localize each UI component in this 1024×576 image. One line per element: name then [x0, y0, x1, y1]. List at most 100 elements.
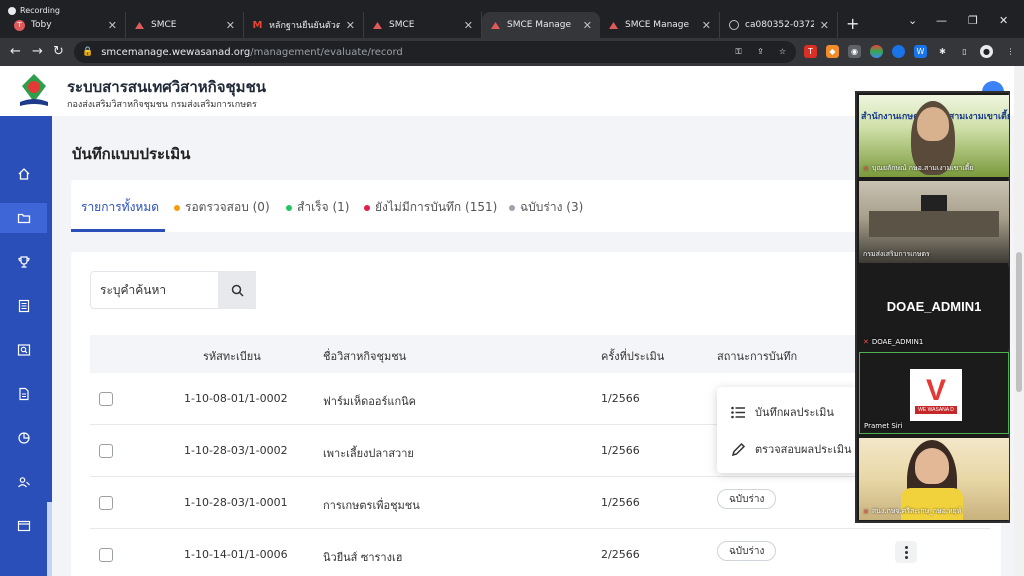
extensions-puzzle-icon[interactable]: ✱ — [936, 45, 949, 58]
close-icon[interactable]: ✕ — [464, 19, 473, 32]
row-actions-icon[interactable] — [895, 541, 917, 563]
new-tab-button[interactable]: + — [846, 14, 859, 33]
sidebar-item-window[interactable] — [0, 511, 47, 541]
browser-tab-smce[interactable]: SMCE ✕ — [126, 12, 244, 38]
participant-name: กรมส่งเสริมการเกษตร — [863, 250, 930, 258]
row-checkbox[interactable] — [99, 496, 113, 510]
sidebar — [0, 116, 52, 576]
column-header-code[interactable]: รหัสทะเบียน — [203, 347, 261, 365]
close-icon[interactable]: ✕ — [820, 19, 829, 32]
extension-dot-icon[interactable] — [892, 45, 905, 58]
video-tile[interactable]: สำนักงานเกษตรอำเภอสามเงามเขาเตี้ย ✕บุณยล… — [859, 95, 1009, 177]
tab-completed[interactable]: สำเร็จ (1) — [286, 198, 349, 217]
profile-icon[interactable]: ● — [980, 45, 993, 58]
sidebar-item-trophy[interactable] — [0, 247, 47, 277]
video-tile[interactable]: ✕ สนง.กษจ.ศรีสะเกษ_กษอ.หยุห์ — [859, 438, 1009, 520]
cell-round: 2/2566 — [601, 548, 640, 561]
close-icon[interactable]: ✕ — [346, 19, 355, 32]
brand-v-mark: V — [925, 374, 946, 407]
browser-menu-icon[interactable]: ⋮ — [1004, 45, 1017, 58]
trophy-icon — [17, 256, 30, 268]
participant-face — [915, 448, 949, 484]
camera-icon[interactable]: ◉ — [848, 45, 861, 58]
row-checkbox[interactable] — [99, 392, 113, 406]
sidebar-item-list[interactable] — [0, 291, 47, 321]
menu-item-review-evaluation[interactable]: ตรวจสอบผลประเมิน — [731, 440, 852, 458]
meeting-room-screen — [921, 195, 947, 211]
cell-round: 1/2566 — [601, 496, 640, 509]
active-tab-indicator — [71, 229, 165, 232]
browser-tab-toby[interactable]: T Toby ✕ — [6, 12, 126, 38]
video-tile-speaking[interactable]: V WE WASANA D Pramet Siri — [859, 352, 1009, 434]
tab-label: ฉบับร่าง (3) — [520, 200, 584, 214]
sidebar-item-document[interactable] — [0, 379, 47, 409]
sidebar-item-chart[interactable] — [0, 423, 47, 453]
tab-not-recorded[interactable]: ยังไม่มีการบันทึก (151) — [364, 198, 497, 217]
extension-w-icon[interactable]: W — [914, 45, 927, 58]
menu-item-record-evaluation[interactable]: บันทึกผลประเมิน — [731, 403, 834, 421]
side-panel-icon[interactable]: ▯ — [958, 45, 971, 58]
key-icon[interactable]: ⚿ — [732, 45, 745, 58]
video-tile[interactable]: DOAE_ADMIN1 ✕ DOAE_ADMIN1 — [859, 267, 1009, 349]
video-tile[interactable]: กรมส่งเสริมการเกษตร — [859, 181, 1009, 263]
menu-item-label: บันทึกผลประเมิน — [755, 406, 834, 419]
column-header-name[interactable]: ชื่อวิสาหกิจชุมชน — [323, 347, 406, 365]
browser-tab-gmail[interactable]: M หลักฐานยืนยันตัวตน - pra... ✕ — [244, 12, 364, 38]
cell-name: ฟาร์มเห็ดออร์แกนิค — [323, 395, 417, 408]
video-call-panel: สำนักงานเกษตรอำเภอสามเงามเขาเตี้ย ✕บุณยล… — [855, 91, 1010, 523]
tab-all[interactable]: รายการทั้งหมด — [81, 198, 159, 217]
participant-face — [917, 107, 949, 141]
sidebar-item-folder[interactable] — [0, 203, 47, 233]
row-action-menu: บันทึกผลประเมิน ตรวจสอบผลประเมิน — [717, 387, 857, 473]
browser-tab-meeting[interactable]: ca080352-0372-4b... ✕ — [720, 12, 838, 38]
home-icon — [18, 168, 29, 180]
toby-icon: T — [14, 19, 25, 31]
muted-mic-icon: ✕ — [863, 164, 869, 173]
close-icon[interactable]: ✕ — [583, 19, 592, 32]
bookmark-star-icon[interactable]: ☆ — [776, 45, 789, 58]
tab-draft[interactable]: ฉบับร่าง (3) — [509, 198, 583, 217]
minimize-icon[interactable]: — — [936, 14, 947, 27]
status-badge: ฉบับร่าง — [717, 489, 777, 509]
extension-chrome-icon[interactable] — [870, 45, 883, 58]
site-subtitle: กองส่งเสริมวิสาหกิจชุมชน กรมส่งเสริมการเ… — [67, 100, 257, 110]
column-header-round[interactable]: ครั้งที่ประเมิน — [601, 347, 664, 365]
sidebar-item-home[interactable] — [0, 159, 47, 189]
share-icon[interactable]: ⇪ — [754, 45, 767, 58]
close-icon[interactable]: ✕ — [226, 19, 235, 32]
list-bullets-icon — [731, 406, 745, 418]
lock-icon[interactable]: 🔒 — [82, 47, 93, 57]
sidebar-scrollbar[interactable] — [47, 502, 52, 576]
page-scrollbar[interactable] — [1014, 66, 1024, 576]
forward-icon[interactable]: → — [32, 44, 43, 59]
tab-label: รอตรวจสอบ (0) — [185, 200, 270, 214]
reload-icon[interactable]: ↻ — [53, 44, 64, 59]
tab-title: หลักฐานยืนยันตัวตน - pra... — [269, 21, 340, 31]
sidebar-item-users[interactable] — [0, 467, 47, 497]
page-title: บันทึกแบบประเมิน — [72, 145, 191, 163]
close-window-icon[interactable]: ✕ — [999, 14, 1008, 27]
menu-item-label: ตรวจสอบผลประเมิน — [755, 443, 852, 456]
sidebar-item-search-doc[interactable] — [0, 335, 47, 365]
browser-tab-smce[interactable]: SMCE ✕ — [364, 12, 482, 38]
site-title: ระบบสารสนเทศวิสาหกิจชุมชน — [67, 78, 266, 96]
close-icon[interactable]: ✕ — [108, 19, 117, 32]
doae-logo — [16, 72, 52, 110]
restore-icon[interactable]: ❐ — [968, 14, 978, 27]
back-icon[interactable]: ← — [10, 44, 21, 59]
extension-tp-icon[interactable]: T — [804, 45, 817, 58]
column-header-status[interactable]: สถานะการบันทึก — [717, 347, 797, 365]
tab-search-icon[interactable]: ⌄ — [908, 14, 917, 27]
tab-pending-review[interactable]: รอตรวจสอบ (0) — [174, 198, 270, 217]
search-doc-icon — [17, 344, 30, 356]
row-checkbox[interactable] — [99, 548, 113, 562]
search-button[interactable] — [218, 271, 256, 309]
browser-tab-smce-manage[interactable]: SMCE Manage ✕ — [600, 12, 720, 38]
close-icon[interactable]: ✕ — [702, 19, 711, 32]
table-row[interactable]: 1-10-14-01/1-0006 นิวยีนส์ ซารางเฮ 2/256… — [90, 529, 990, 576]
browser-tab-smce-manage-active[interactable]: SMCE Manage ✕ — [482, 12, 600, 38]
address-bar[interactable]: 🔒 smcemanage.wewasanad.org/management/ev… — [74, 41, 796, 63]
scrollbar-thumb[interactable] — [1016, 252, 1022, 392]
extension-fox-icon[interactable]: ◆ — [826, 45, 839, 58]
row-checkbox[interactable] — [99, 444, 113, 458]
